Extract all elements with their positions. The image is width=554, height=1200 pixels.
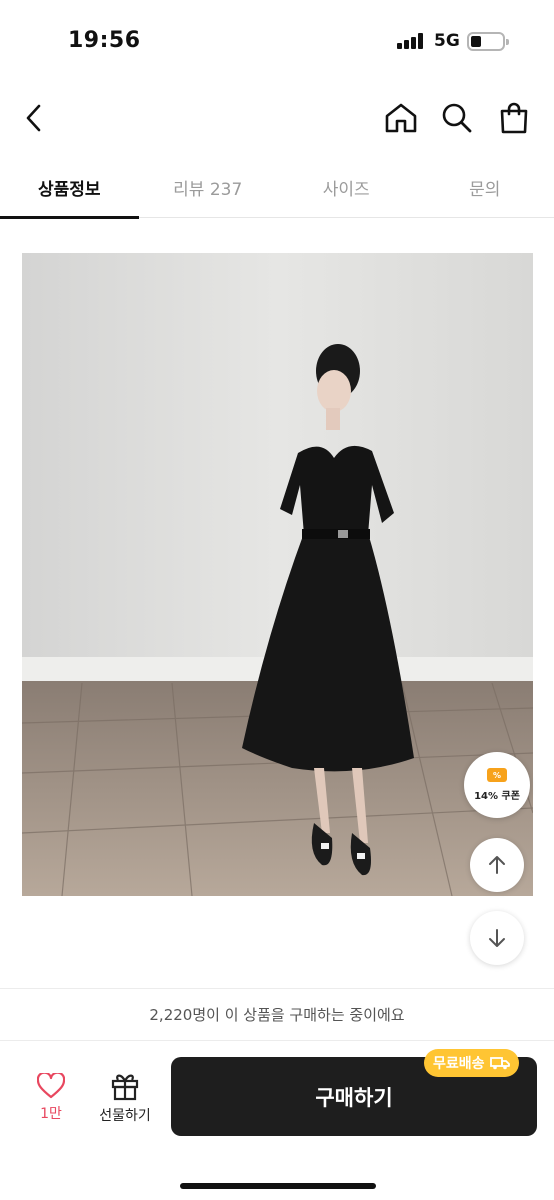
battery-icon (467, 32, 509, 51)
gift-icon (111, 1074, 139, 1101)
coupon-icon: % (487, 768, 507, 782)
tab-size[interactable]: 사이즈 (277, 156, 416, 218)
gift-label: 선물하기 (99, 1108, 151, 1124)
network-type: 5G (434, 31, 460, 51)
arrow-down-icon (489, 929, 505, 947)
bottom-action-bar: 1만 선물하기 구매하기 무료배송 (0, 1040, 554, 1200)
tab-product-info[interactable]: 상품정보 (0, 156, 139, 219)
product-image[interactable] (22, 253, 533, 896)
status-time: 19:56 (68, 28, 141, 53)
home-button[interactable] (381, 98, 421, 138)
tab-reviews[interactable]: 리뷰 237 (139, 156, 278, 218)
signal-icon (397, 33, 427, 49)
heart-icon (37, 1073, 65, 1099)
like-count: 1만 (40, 1106, 62, 1122)
shopping-bag-icon (500, 102, 528, 134)
truck-icon (489, 1057, 510, 1070)
app-header (0, 82, 554, 154)
product-tabs: 상품정보 리뷰 237 사이즈 문의 (0, 156, 554, 219)
chevron-left-icon (26, 104, 41, 132)
scroll-top-button[interactable] (470, 838, 524, 892)
product-photo (22, 253, 533, 896)
free-shipping-badge: 무료배송 (424, 1049, 519, 1077)
arrow-up-icon (489, 856, 505, 874)
status-bar: 19:56 5G (0, 0, 554, 82)
back-button[interactable] (14, 98, 54, 138)
purchase-notice: 2,220명이 이 상품을 구매하는 중이에요 (0, 988, 554, 1040)
free-shipping-label: 무료배송 (433, 1056, 485, 1072)
search-icon (442, 103, 472, 133)
gift-button[interactable]: 선물하기 (90, 1071, 160, 1131)
search-button[interactable] (437, 98, 477, 138)
coupon-label: 14% 쿠폰 (474, 791, 520, 802)
tab-inquiry[interactable]: 문의 (416, 156, 554, 218)
scroll-down-button[interactable] (470, 911, 524, 965)
coupon-button[interactable]: % 14% 쿠폰 (464, 752, 530, 818)
home-indicator (180, 1183, 376, 1189)
home-icon (385, 103, 417, 133)
shopping-bag-button[interactable] (494, 98, 534, 138)
like-button[interactable]: 1만 (24, 1073, 78, 1131)
